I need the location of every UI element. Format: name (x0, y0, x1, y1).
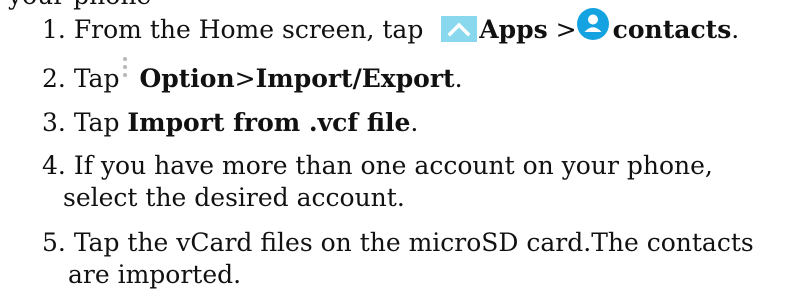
instructions-document: your phone 1. From the Home screen, tap … (0, 0, 790, 303)
separator: > (234, 64, 256, 93)
contacts-icon (576, 7, 609, 40)
step-text-line-1: Tap the vCard files on the microSD card.… (73, 228, 754, 257)
period: . (410, 108, 419, 137)
apps-icon (441, 15, 478, 42)
step-text: Tap (73, 64, 120, 93)
step-number: 4. (42, 151, 66, 180)
option-label: Option (139, 64, 235, 93)
apps-label: Apps (479, 15, 548, 44)
separator: > (555, 15, 577, 44)
step-text: From the Home screen, tap (73, 15, 424, 44)
step-text: Tap (73, 108, 120, 137)
step-number: 2. (42, 64, 66, 93)
import-vcf-label: Import from .vcf file (127, 108, 411, 137)
period: . (454, 64, 463, 93)
step-text-line-1: If you have more than one account on you… (73, 151, 713, 180)
step-5: 5. Tap the vCard files on the microSD ca… (42, 227, 754, 291)
step-text-line-2: select the desired account. (63, 183, 405, 212)
cutoff-heading-fragment: your phone (8, 0, 151, 12)
step-number: 3. (42, 108, 66, 137)
step-number: 5. (42, 228, 66, 257)
contacts-label: contacts (612, 15, 732, 44)
step-2: 2. Tap Option>Import/Export. (42, 56, 463, 96)
step-text-line-2: are imported. (68, 260, 242, 289)
period: . (731, 15, 740, 44)
step-3: 3. Tap Import from .vcf file. (42, 107, 418, 139)
vertical-dots-icon (121, 56, 129, 86)
step-number: 1. (42, 15, 66, 44)
step-1: 1. From the Home screen, tap Apps > cont… (42, 7, 740, 48)
import-export-label: Import/Export (255, 64, 455, 93)
step-4: 4. If you have more than one account on … (42, 150, 713, 214)
